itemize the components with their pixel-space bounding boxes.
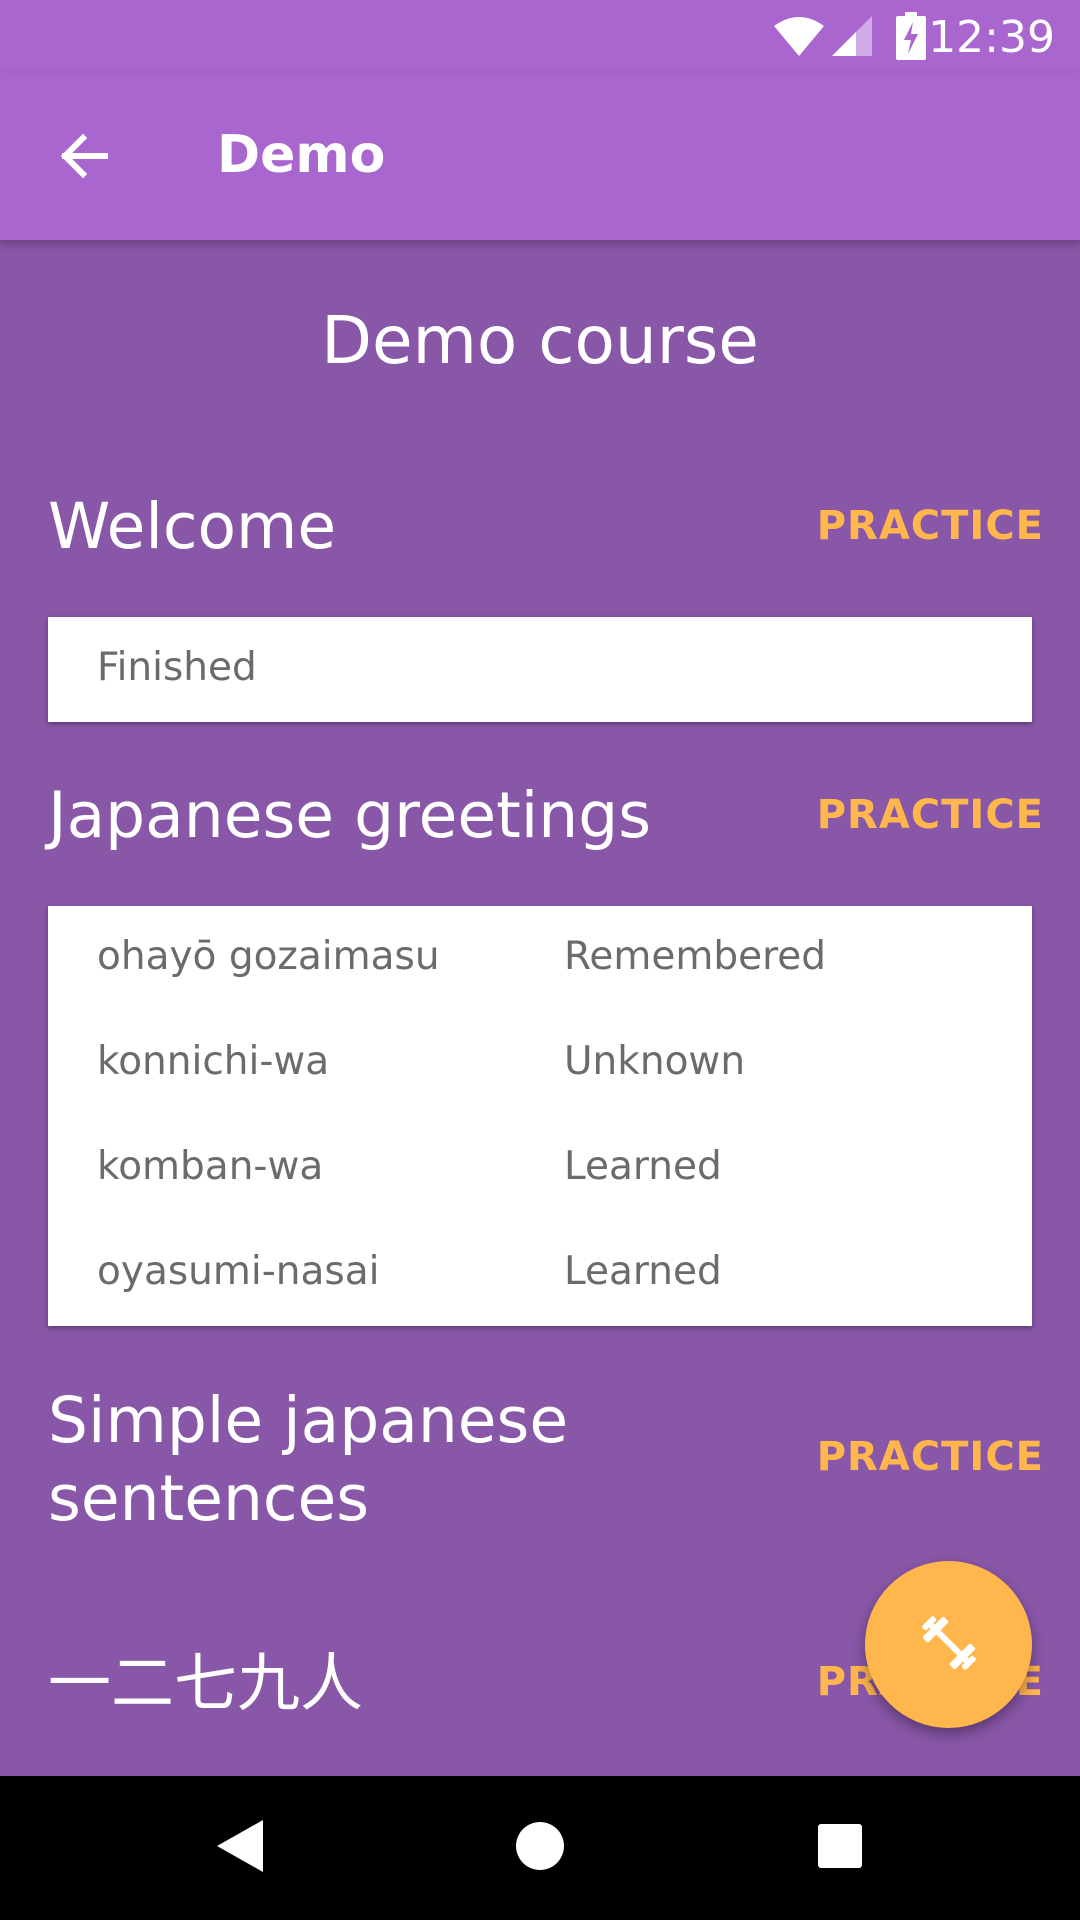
back-button[interactable] bbox=[38, 113, 128, 203]
course-content[interactable]: Demo course Welcome PRACTICE Finished Ja… bbox=[0, 240, 1080, 1776]
nav-recents-icon bbox=[816, 1822, 864, 1874]
cell-signal-icon bbox=[830, 14, 874, 62]
nav-back-icon bbox=[215, 1818, 265, 1878]
screen: 12:39 Demo Demo course Welcome PRACTICE … bbox=[0, 0, 1080, 1920]
item-status: Learned bbox=[564, 1144, 722, 1189]
item-word: ohayō gozaimasu bbox=[97, 934, 440, 979]
lesson-card-japanese-greetings: ohayō gozaimasu Remembered konnichi-wa U… bbox=[48, 906, 1032, 1326]
item-status: Remembered bbox=[564, 934, 826, 979]
app-title: Demo bbox=[217, 125, 386, 185]
item-status: Learned bbox=[564, 1249, 722, 1294]
practice-all-fab[interactable] bbox=[865, 1561, 1032, 1728]
wifi-icon bbox=[772, 14, 826, 62]
list-item[interactable]: komban-wa Learned bbox=[48, 1116, 1032, 1221]
nav-home-icon bbox=[514, 1820, 566, 1876]
dumbbell-icon bbox=[914, 1608, 984, 1682]
lesson-card-welcome: Finished bbox=[48, 617, 1032, 722]
list-item[interactable]: konnichi-wa Unknown bbox=[48, 1011, 1032, 1116]
list-item[interactable]: oyasumi-nasai Learned bbox=[48, 1221, 1032, 1326]
status-time: 12:39 bbox=[928, 12, 1055, 63]
lesson-title-japanese-greetings: Japanese greetings bbox=[48, 779, 652, 852]
battery-charging-icon bbox=[896, 12, 926, 64]
lesson-title-kanji: 一二七九人 bbox=[48, 1647, 363, 1720]
course-title: Demo course bbox=[321, 302, 759, 379]
arrow-back-icon bbox=[57, 130, 109, 186]
item-word: komban-wa bbox=[97, 1144, 324, 1189]
item-word: konnichi-wa bbox=[97, 1039, 330, 1084]
nav-recents-button[interactable] bbox=[804, 1812, 876, 1884]
practice-button-welcome[interactable]: PRACTICE bbox=[817, 503, 1044, 549]
list-item[interactable]: Finished bbox=[48, 617, 1032, 722]
lesson-title-simple-japanese-sentences: Simple japanese sentences bbox=[48, 1384, 569, 1535]
system-nav-bar bbox=[0, 1776, 1080, 1920]
app-bar: Demo bbox=[0, 73, 1080, 240]
status-bar: 12:39 bbox=[0, 0, 1080, 73]
nav-home-button[interactable] bbox=[504, 1812, 576, 1884]
lesson-title-welcome: Welcome bbox=[48, 490, 337, 563]
practice-button-simple-japanese-sentences[interactable]: PRACTICE bbox=[817, 1434, 1044, 1480]
nav-back-button[interactable] bbox=[204, 1812, 276, 1884]
item-word: Finished bbox=[97, 645, 257, 690]
item-word: oyasumi-nasai bbox=[97, 1249, 380, 1294]
list-item[interactable]: ohayō gozaimasu Remembered bbox=[48, 906, 1032, 1011]
practice-button-japanese-greetings[interactable]: PRACTICE bbox=[817, 792, 1044, 838]
item-status: Unknown bbox=[564, 1039, 746, 1084]
